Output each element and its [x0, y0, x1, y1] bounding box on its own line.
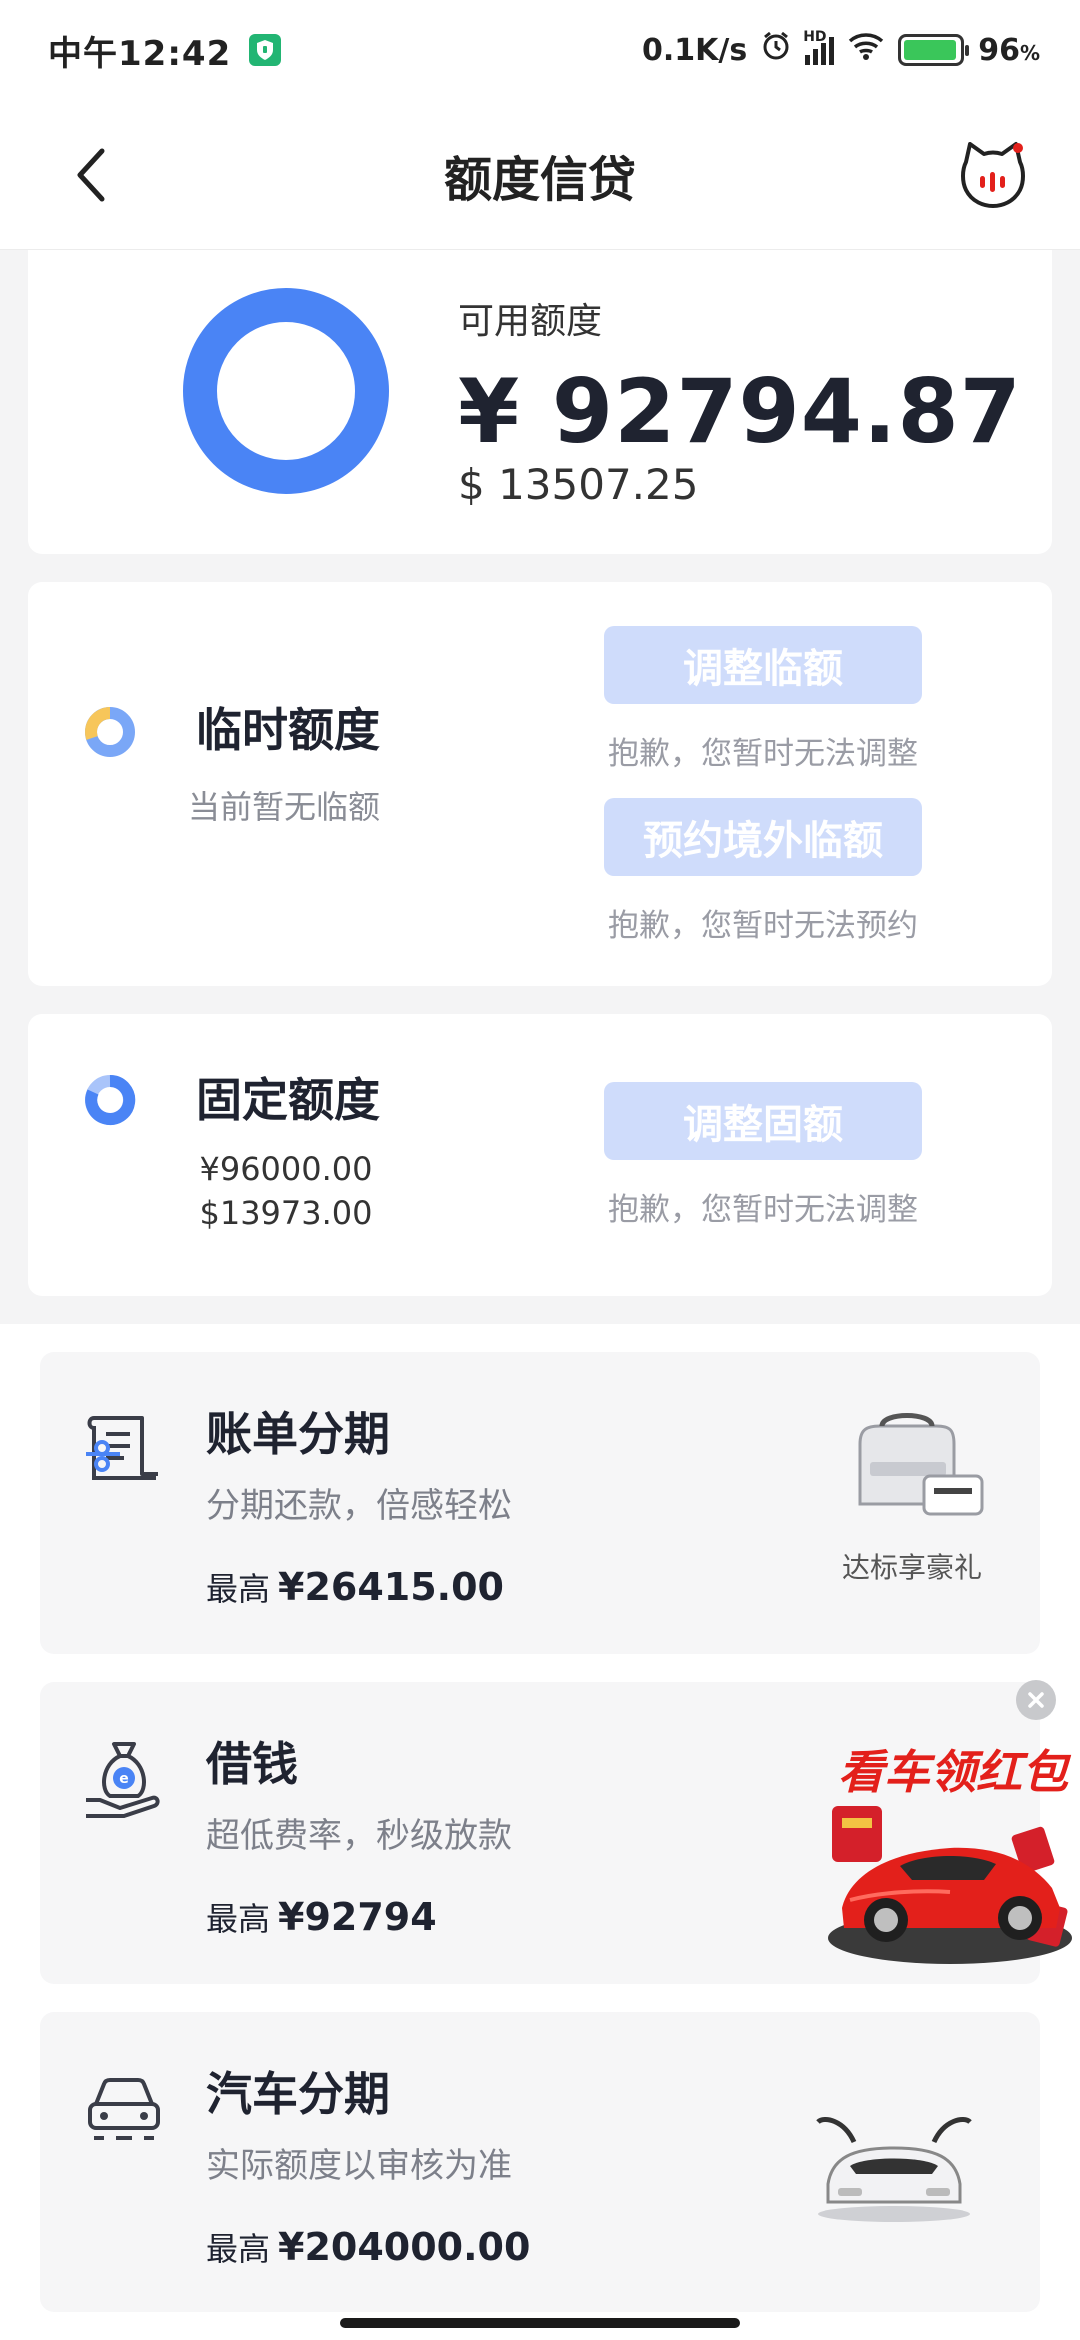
reserve-overseas-note: 抱歉，您暂时无法预约	[608, 908, 918, 944]
cat-mascot-icon	[961, 142, 1025, 208]
wifi-icon	[848, 31, 884, 69]
available-credit-card: 可用额度 ¥ 92794.87 $ 13507.25	[28, 250, 1052, 554]
adjust-temporary-button[interactable]: 调整临额	[604, 626, 922, 704]
adjust-fixed-note: 抱歉，您暂时无法调整	[608, 1192, 918, 1228]
status-bar: 中午12:42 0.1K/s HD 96%	[0, 0, 1080, 100]
available-usd-amount: $ 13507.25	[458, 460, 699, 509]
status-right: 0.1K/s HD 96%	[641, 29, 1040, 69]
white-car-icon	[816, 2117, 972, 2222]
temporary-subtitle: 当前暂无临额	[188, 788, 381, 826]
temporary-title: 临时额度	[196, 703, 380, 757]
car-installment-subtitle: 实际额度以审核为准	[206, 2146, 512, 2186]
car-installment-title: 汽车分期	[206, 2067, 390, 2121]
battery-charging-icon	[898, 34, 970, 66]
status-left: 中午12:42	[48, 26, 282, 75]
bill-installment-card[interactable]: 账单分期 分期还款，倍感轻松 最高 ¥26415.00 达标享豪礼	[40, 1352, 1040, 1654]
adjust-temporary-note: 抱歉，您暂时无法调整	[608, 736, 918, 772]
donut-blue-icon	[85, 1074, 136, 1125]
fixed-cny-amount: ¥96000.00	[199, 1150, 373, 1188]
fixed-title: 固定额度	[196, 1073, 380, 1127]
bill-installment-subtitle: 分期还款，倍感轻松	[206, 1486, 512, 1526]
temporary-credit-card: 临时额度 当前暂无临额 调整临额 抱歉，您暂时无法调整 预约境外临额 抱歉，您暂…	[28, 582, 1052, 986]
donut-yellow-blue-icon	[85, 707, 135, 757]
battery-level-bar	[904, 40, 957, 60]
close-icon	[1028, 1692, 1044, 1708]
svg-text:e: e	[119, 1771, 129, 1787]
available-ring-chart	[183, 288, 389, 494]
fixed-usd-amount: $13973.00	[199, 1194, 373, 1232]
alarm-icon	[761, 31, 791, 69]
bill-installment-title: 账单分期	[206, 1407, 390, 1461]
borrow-money-subtitle: 超低费率，秒级放款	[206, 1816, 512, 1856]
reserve-overseas-button[interactable]: 预约境外临额	[604, 798, 922, 876]
luggage-gift-icon	[858, 1413, 984, 1516]
network-type: HD	[803, 29, 827, 45]
ad-promo-text: 看车领红包	[838, 1745, 1068, 1799]
battery-percent: 96%	[978, 32, 1040, 68]
shield-app-icon	[249, 34, 282, 66]
car-installment-card[interactable]: 汽车分期 实际额度以审核为准 最高 ¥204000.00	[40, 2012, 1040, 2312]
bill-installment-icon	[86, 1416, 158, 1480]
adjust-fixed-button[interactable]: 调整固额	[604, 1082, 922, 1160]
home-indicator[interactable]	[340, 2318, 740, 2328]
status-time: 中午12:42	[48, 33, 232, 74]
chevron-left-icon	[77, 148, 105, 202]
ad-close-button[interactable]	[1016, 1680, 1056, 1720]
signal-icon: HD	[803, 29, 835, 65]
car-installment-max: 最高 ¥204000.00	[206, 2225, 531, 2269]
borrow-money-max: 最高 ¥92794	[206, 1895, 437, 1939]
back-button[interactable]	[60, 142, 120, 208]
promo-caption: 达标享豪礼	[841, 1551, 982, 1584]
bill-installment-max: 最高 ¥26415.00	[206, 1565, 504, 1609]
borrow-money-title: 借钱	[206, 1737, 298, 1791]
assistant-button[interactable]	[956, 138, 1030, 212]
page-title: 额度信贷	[443, 151, 636, 208]
money-bag-hand-icon: e	[86, 1742, 160, 1818]
page-header: 额度信贷	[0, 100, 1080, 250]
available-label: 可用额度	[458, 301, 603, 342]
network-speed: 0.1K/s	[641, 32, 748, 68]
car-icon	[88, 2078, 160, 2140]
available-cny-amount: ¥ 92794.87	[458, 360, 1022, 463]
fixed-credit-card: 固定额度 ¥96000.00 $13973.00 调整固额 抱歉，您暂时无法调整	[28, 1014, 1052, 1296]
